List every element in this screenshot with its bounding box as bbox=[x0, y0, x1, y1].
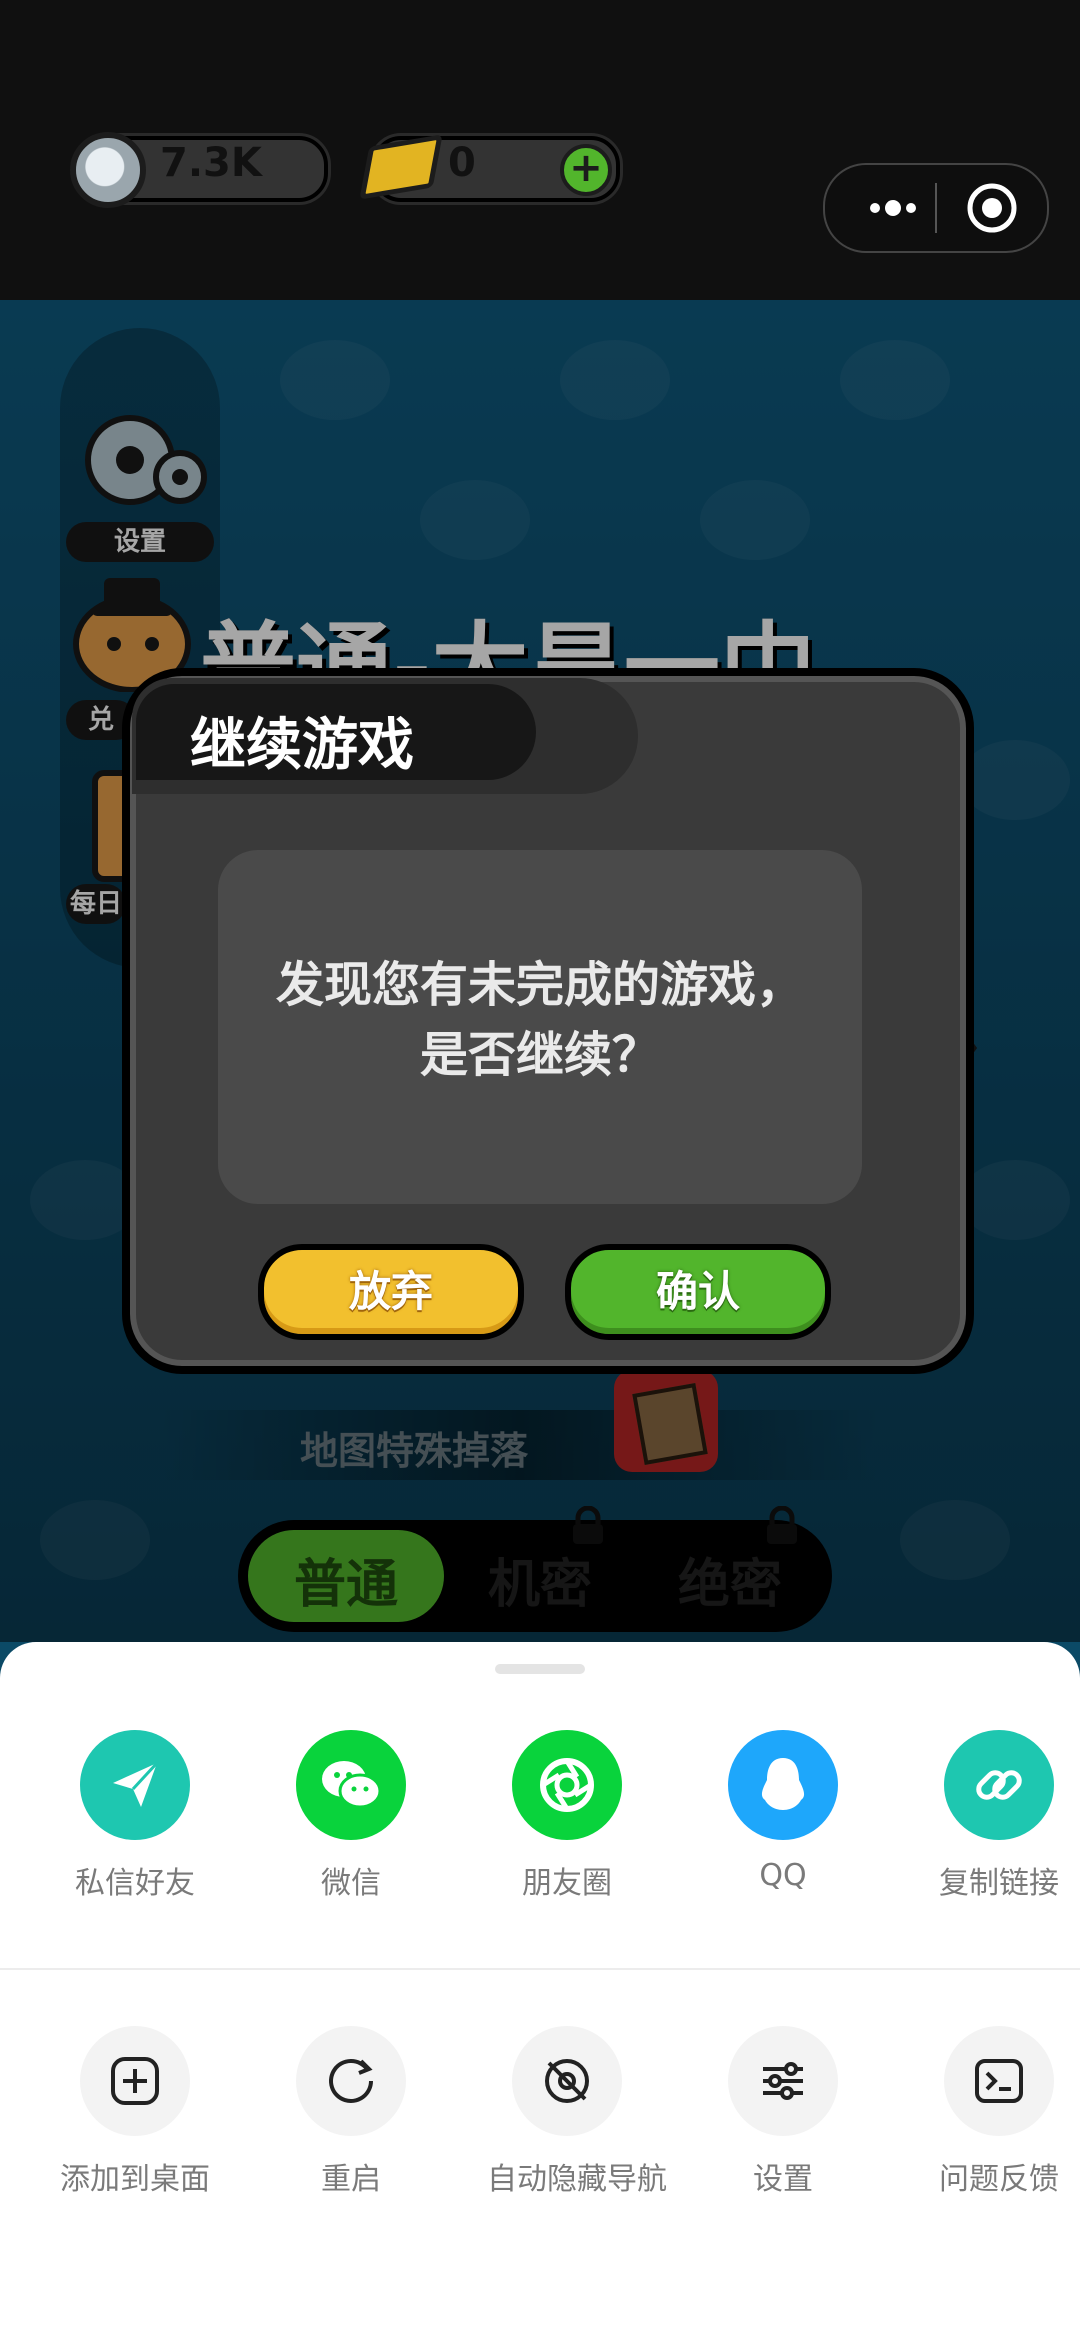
moments-aperture-icon bbox=[512, 1730, 622, 1840]
tool-settings[interactable]: 设置 bbox=[703, 2026, 863, 2198]
tool-feedback[interactable]: 问题反馈 bbox=[919, 2026, 1079, 2198]
share-moments-label: 朋友圈 bbox=[522, 1866, 612, 1901]
capsule-divider bbox=[935, 183, 937, 233]
coins-value: 7.3K bbox=[160, 140, 262, 186]
share-qq[interactable]: QQ bbox=[703, 1730, 863, 1893]
share-private-message[interactable]: 私信好友 bbox=[55, 1730, 215, 1902]
qq-penguin-icon bbox=[728, 1730, 838, 1840]
paper-plane-icon bbox=[80, 1730, 190, 1840]
tool-restart-label: 重启 bbox=[321, 2162, 381, 2197]
share-wechat[interactable]: 微信 bbox=[271, 1730, 431, 1902]
miniprogram-capsule bbox=[823, 163, 1049, 253]
abandon-button[interactable]: 放弃 bbox=[258, 1244, 524, 1340]
confirm-button[interactable]: 确认 bbox=[565, 1244, 831, 1340]
target-circle-icon[interactable] bbox=[965, 181, 1019, 235]
sheet-divider bbox=[0, 1968, 1080, 1970]
share-moments[interactable]: 朋友圈 bbox=[487, 1730, 647, 1902]
share-copy-link-label: 复制链接 bbox=[939, 1866, 1059, 1901]
sheet-drag-handle[interactable] bbox=[495, 1664, 585, 1674]
hide-nav-icon bbox=[512, 2026, 622, 2136]
tool-auto-hide-nav[interactable]: 自动隐藏导航 bbox=[487, 2026, 667, 2198]
tool-add-to-desktop[interactable]: 添加到桌面 bbox=[55, 2026, 215, 2198]
gold-value: 0 bbox=[448, 140, 476, 186]
tool-add-to-desktop-label: 添加到桌面 bbox=[60, 2162, 210, 2197]
tool-restart[interactable]: 重启 bbox=[271, 2026, 431, 2198]
add-gold-icon[interactable]: + bbox=[560, 144, 612, 196]
share-qq-label: QQ bbox=[759, 1858, 807, 1893]
sliders-icon bbox=[728, 2026, 838, 2136]
more-dots-icon[interactable] bbox=[853, 183, 933, 233]
dialog-message: 发现您有未完成的游戏，是否继续？ bbox=[275, 957, 804, 1083]
share-wechat-label: 微信 bbox=[321, 1866, 381, 1901]
link-icon bbox=[944, 1730, 1054, 1840]
tool-feedback-label: 问题反馈 bbox=[939, 2162, 1059, 2197]
share-copy-link[interactable]: 复制链接 bbox=[919, 1730, 1079, 1902]
silver-coin-icon bbox=[70, 132, 146, 208]
terminal-feedback-icon bbox=[944, 2026, 1054, 2136]
tool-settings-label: 设置 bbox=[753, 2162, 813, 2197]
tool-auto-hide-nav-label: 自动隐藏导航 bbox=[487, 2162, 667, 2197]
dialog-title: 继续游戏 bbox=[190, 713, 414, 778]
add-square-icon bbox=[80, 2026, 190, 2136]
share-private-message-label: 私信好友 bbox=[75, 1866, 195, 1901]
wechat-icon bbox=[296, 1730, 406, 1840]
restart-icon bbox=[296, 2026, 406, 2136]
